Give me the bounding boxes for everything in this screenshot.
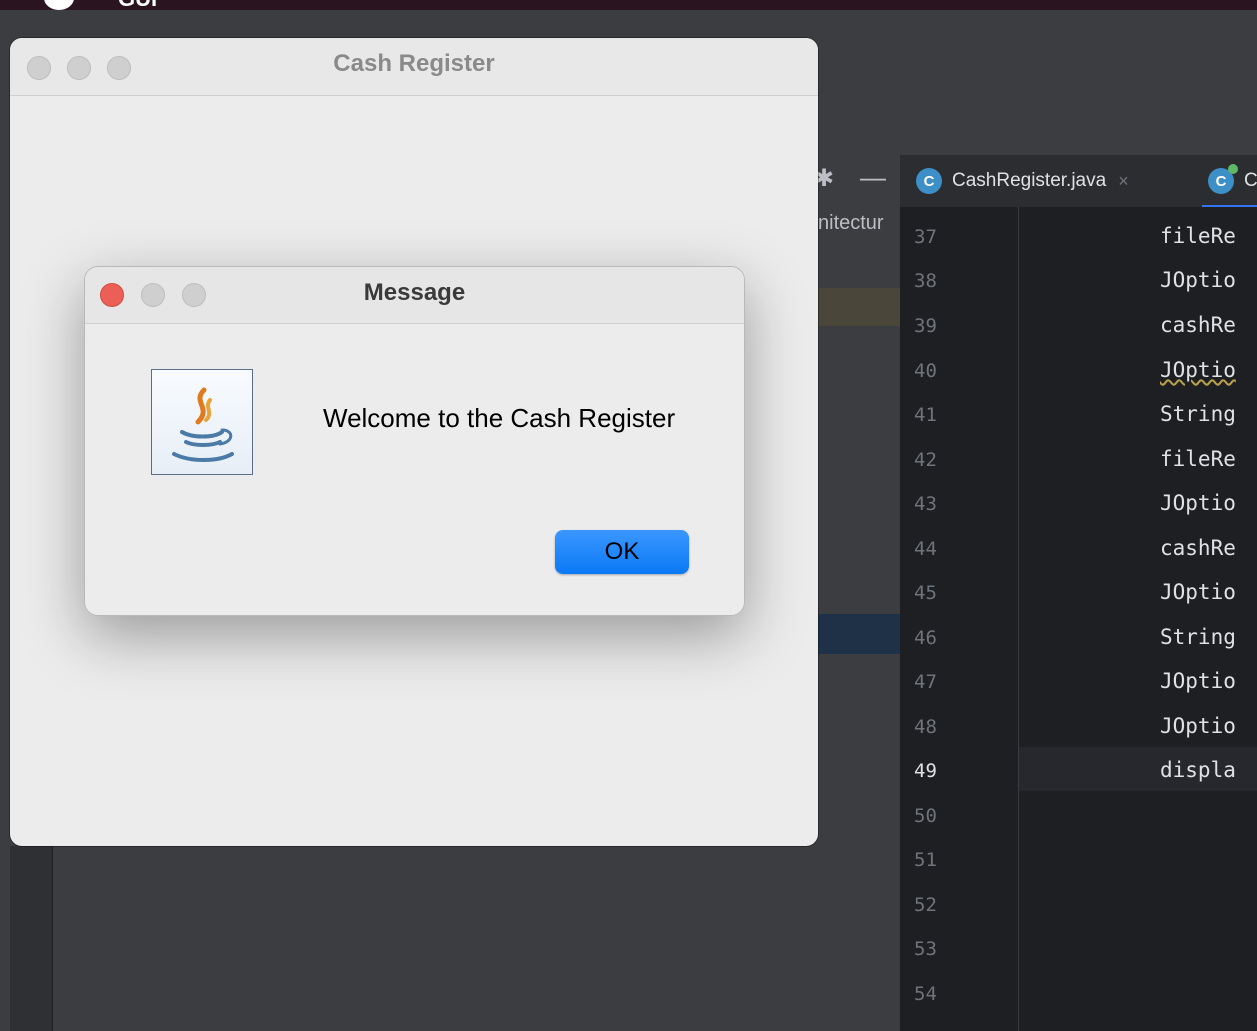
minimize-panel-icon[interactable]: — (860, 162, 886, 193)
code-line-warning[interactable]: JOptio (1160, 358, 1236, 382)
line-number: 41 (914, 404, 937, 426)
code-line[interactable]: JOptio (1160, 268, 1236, 292)
code-line[interactable]: fileRe (1160, 447, 1236, 471)
code-line[interactable]: cashRe (1160, 536, 1236, 560)
code-line[interactable]: String (1160, 625, 1236, 649)
code-line[interactable]: fileRe (1160, 224, 1236, 248)
tab-second[interactable]: C C (1208, 155, 1257, 207)
code-line[interactable]: cashRe (1160, 313, 1236, 337)
message-dialog: Message Welcome to the Cash Register OK (84, 266, 745, 616)
line-number: 54 (914, 983, 937, 1005)
editor-tab-bar: C CashRegister.java × C C (900, 155, 1257, 208)
project-tree-highlight (818, 288, 900, 326)
line-number: 37 (914, 226, 937, 248)
line-number: 52 (914, 894, 937, 916)
tab-label: C (1244, 170, 1257, 191)
menu-app-name[interactable]: GUI (118, 0, 157, 10)
line-number: 39 (914, 315, 937, 337)
dialog-titlebar[interactable]: Message (85, 267, 744, 324)
line-number: 47 (914, 671, 937, 693)
apple-icon[interactable] (44, 0, 74, 10)
code-line[interactable]: displa (1160, 758, 1236, 782)
project-tree-label[interactable]: nitectur (818, 212, 884, 235)
tab-cashregister-java[interactable]: C CashRegister.java × (916, 155, 1129, 207)
ide-side-strip (10, 846, 53, 1031)
java-icon (151, 369, 253, 475)
code-line[interactable]: JOptio (1160, 491, 1236, 515)
line-number: 50 (914, 805, 937, 827)
line-number: 45 (914, 582, 937, 604)
cash-register-titlebar[interactable]: Cash Register (10, 38, 818, 96)
dialog-message: Welcome to the Cash Register (323, 403, 676, 433)
line-number: 48 (914, 716, 937, 738)
code-line[interactable]: JOptio (1160, 714, 1236, 738)
gutter-divider (1018, 207, 1019, 1031)
line-number: 53 (914, 938, 937, 960)
close-icon[interactable]: × (1118, 171, 1129, 192)
project-tree-selection[interactable] (818, 614, 900, 654)
mac-menu-bar: GUI (0, 0, 1257, 10)
line-number: 38 (914, 270, 937, 292)
line-number: 46 (914, 627, 937, 649)
line-number: 43 (914, 493, 937, 515)
line-number: 51 (914, 849, 937, 871)
line-number: 44 (914, 538, 937, 560)
dialog-title: Message (363, 279, 466, 306)
java-class-run-icon: C (1208, 164, 1238, 194)
tab-label: CashRegister.java (952, 170, 1107, 191)
code-line[interactable]: JOptio (1160, 580, 1236, 604)
code-line[interactable]: String (1160, 402, 1236, 426)
line-number: 42 (914, 449, 937, 471)
code-line[interactable]: JOptio (1160, 669, 1236, 693)
window-title: Cash Register (333, 50, 495, 77)
line-number-current: 49 (914, 760, 937, 782)
ok-button[interactable]: OK (555, 530, 689, 574)
java-class-icon: C (916, 168, 942, 194)
line-number: 40 (914, 360, 937, 382)
